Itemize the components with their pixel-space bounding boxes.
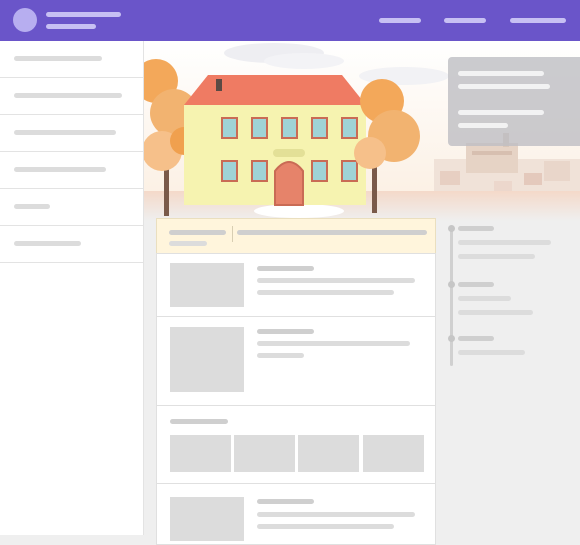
feed [156, 218, 436, 545]
timeline-entry-2-text [458, 296, 511, 301]
nav-item-1[interactable] [379, 18, 421, 23]
app-subtitle-placeholder [46, 24, 96, 29]
nav-item-2[interactable] [444, 18, 486, 23]
post-thumbnail [170, 263, 244, 307]
sidebar-item-3[interactable] [0, 115, 143, 152]
sidebar-item-label [14, 130, 116, 135]
sidebar-item-label [14, 167, 106, 172]
sidebar-item-label [14, 241, 81, 246]
timeline [448, 222, 580, 372]
post-text [257, 524, 394, 529]
gallery-image[interactable] [234, 435, 295, 472]
post-1[interactable] [156, 253, 436, 318]
post-text [257, 278, 415, 283]
post-text [257, 290, 394, 295]
overlay-line [458, 110, 544, 115]
overlay-line [458, 84, 550, 89]
info-overlay-card [448, 57, 580, 146]
post-title [170, 419, 228, 424]
post-text [257, 353, 304, 358]
overlay-line [458, 123, 508, 128]
overlay-line [458, 71, 544, 76]
timeline-entry-2-title[interactable] [458, 282, 494, 287]
timeline-dot-icon [448, 335, 455, 342]
post-title [257, 329, 314, 334]
divider [232, 226, 233, 242]
sidebar-item-6[interactable] [0, 226, 143, 263]
sidebar-item-label [14, 93, 122, 98]
gallery-image[interactable] [298, 435, 359, 472]
composer-input[interactable] [237, 230, 427, 235]
post-title [257, 266, 314, 271]
gallery-image[interactable] [170, 435, 231, 472]
post-2[interactable] [156, 316, 436, 407]
sidebar-item-2[interactable] [0, 78, 143, 115]
post-thumbnail [170, 497, 244, 541]
sidebar-item-label [14, 204, 50, 209]
timeline-entry-3-title[interactable] [458, 336, 494, 341]
nav-item-3[interactable] [510, 18, 566, 23]
timeline-entry-1-title[interactable] [458, 226, 494, 231]
app-title-placeholder [46, 12, 121, 17]
sidebar-item-1[interactable] [0, 41, 143, 78]
post-3[interactable] [156, 405, 436, 485]
post-text [257, 341, 410, 346]
timeline-dot-icon [448, 281, 455, 288]
composer-hint [169, 241, 207, 246]
timeline-entry-1-text [458, 240, 551, 245]
top-bar [0, 0, 580, 41]
composer-label [169, 230, 226, 235]
sidebar-item-5[interactable] [0, 189, 143, 226]
sidebar [0, 41, 144, 535]
composer-bar[interactable] [156, 218, 436, 255]
post-thumbnail [170, 327, 244, 392]
timeline-entry-1-text [458, 254, 535, 259]
post-4[interactable] [156, 483, 436, 545]
post-title [257, 499, 314, 504]
sidebar-item-4[interactable] [0, 152, 143, 189]
gallery-image[interactable] [363, 435, 424, 472]
timeline-entry-2-text [458, 310, 533, 315]
timeline-rail [450, 226, 453, 366]
user-avatar-icon[interactable] [13, 8, 37, 32]
sidebar-item-label [14, 56, 102, 61]
timeline-entry-3-text [458, 350, 525, 355]
post-text [257, 512, 415, 517]
timeline-dot-icon [448, 225, 455, 232]
